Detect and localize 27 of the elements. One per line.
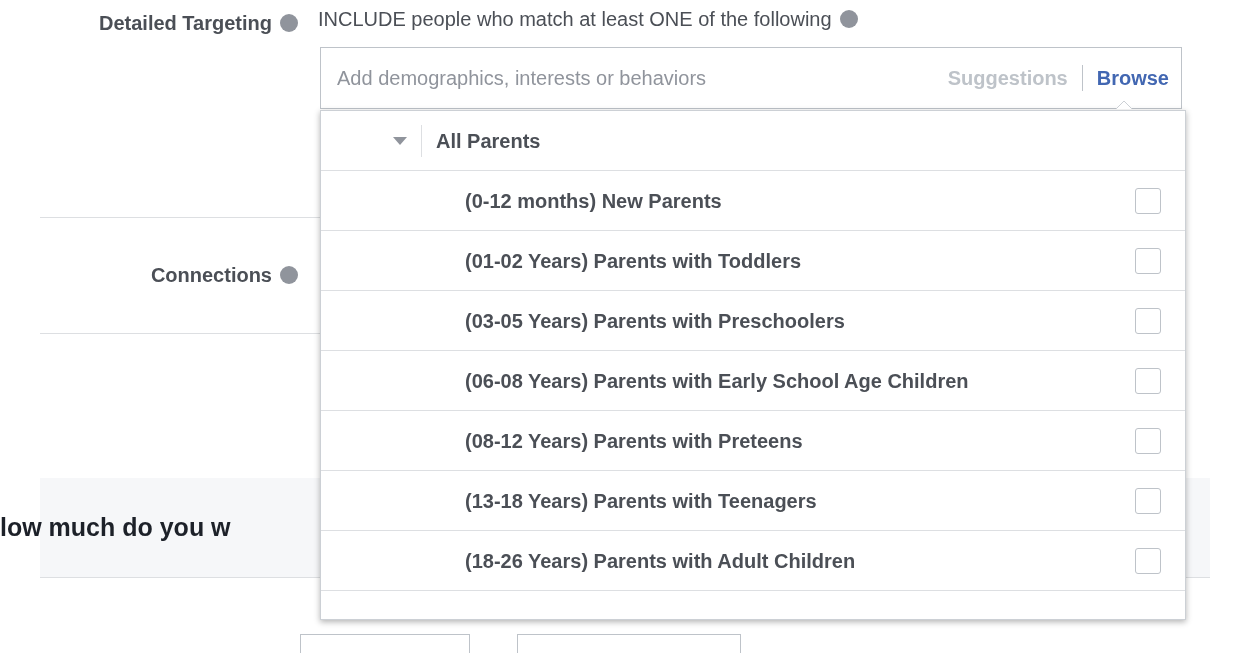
option-label[interactable]: (18-26 Years) Parents with Adult Children (465, 545, 1135, 576)
option-label[interactable]: (13-18 Years) Parents with Teenagers (465, 485, 1135, 516)
option-label[interactable]: (01-02 Years) Parents with Toddlers (465, 245, 1135, 276)
field-label: Connections (149, 262, 272, 288)
browse-link[interactable]: Browse (1096, 63, 1169, 93)
checkbox[interactable] (1135, 307, 1161, 334)
checkbox[interactable] (1135, 367, 1161, 394)
search-field[interactable]: Add demographics, interests or behaviors Suggestions Browse (320, 47, 1182, 109)
info-icon[interactable] (280, 14, 298, 32)
info-icon[interactable] (839, 10, 858, 28)
input-field[interactable] (517, 634, 741, 653)
option-label[interactable]: (08-12 Years) Parents with Preteens (465, 425, 1135, 456)
category-label[interactable]: All Parents (436, 125, 541, 156)
caret-icon[interactable] (393, 136, 407, 145)
option-label[interactable]: (06-08 Years) Parents with Early School Age Children (465, 365, 1135, 396)
checkbox[interactable] (1135, 187, 1161, 214)
checkbox[interactable] (1135, 487, 1161, 514)
info-icon[interactable] (280, 265, 298, 284)
checkbox[interactable] (1135, 427, 1161, 454)
field-label: Detailed Targeting (98, 11, 272, 36)
option-label[interactable]: (0-12 months) New Parents (465, 185, 1135, 216)
section-heading: low much do you w (0, 512, 231, 544)
include-text: INCLUDE people who match at least ONE of the following (318, 7, 832, 32)
checkbox[interactable] (1135, 247, 1161, 274)
checkbox[interactable] (1135, 547, 1161, 574)
option-label[interactable]: (03-05 Years) Parents with Preschoolers (465, 305, 1135, 336)
input-field[interactable] (300, 634, 470, 653)
